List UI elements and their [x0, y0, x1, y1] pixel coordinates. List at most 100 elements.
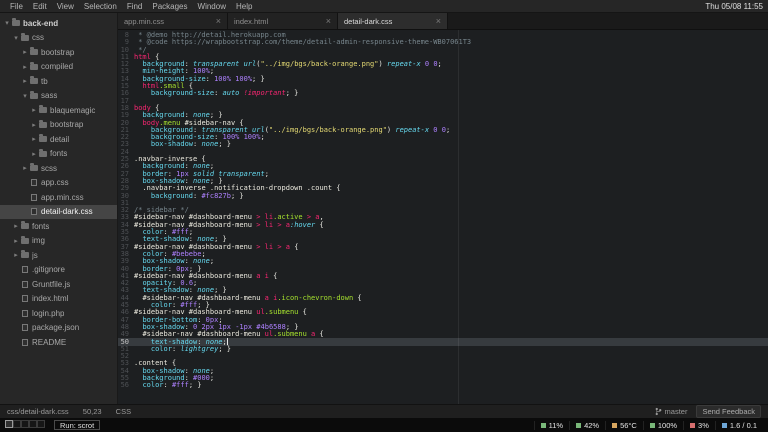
cursor-position[interactable]: 50,23 [83, 407, 102, 416]
workspace-button[interactable] [21, 420, 29, 428]
code-line[interactable]: 16 background-size: auto !important; } [118, 89, 768, 98]
file-icon [31, 179, 37, 187]
code-line[interactable]: 39 box-shadow: none; [118, 257, 768, 265]
menu-items: File Edit View Selection Find Packages Window H… [5, 2, 257, 11]
tree-item-img[interactable]: img [0, 234, 117, 249]
tree-item-index.html[interactable]: index.html [0, 292, 117, 307]
clock: Thu 05/08 11:55 [705, 1, 763, 11]
close-icon[interactable] [436, 17, 441, 26]
menu-window[interactable]: Window [193, 2, 231, 11]
tree-item-README[interactable]: README [0, 335, 117, 350]
tab-app.min.css[interactable]: app.min.css [118, 13, 228, 29]
grammar-selector[interactable]: CSS [116, 407, 131, 416]
send-feedback-button[interactable]: Send Feedback [696, 405, 761, 418]
chevron-right-icon [30, 135, 38, 143]
code-line[interactable]: 41 #sidebar-nav #dashboard-menu a i { [118, 272, 768, 280]
folder-icon [39, 148, 47, 157]
run-prompt[interactable]: Run: scrot [54, 420, 101, 430]
tree-item-login.php[interactable]: login.php [0, 306, 117, 321]
menu-packages[interactable]: Packages [147, 2, 192, 11]
code-line[interactable]: 24 [118, 148, 768, 156]
tab-index.html[interactable]: index.html [228, 13, 338, 29]
tree-item-compiled[interactable]: compiled [0, 60, 117, 75]
tree-item-Gruntfile.js[interactable]: Gruntfile.js [0, 277, 117, 292]
code-line[interactable]: 25 .navbar-inverse { [118, 155, 768, 163]
tab-detail-dark.css[interactable]: detail-dark.css [338, 13, 448, 29]
tree-item-label: app.css [41, 178, 69, 188]
tree-item-tb[interactable]: tb [0, 74, 117, 89]
tree-item-label: scss [41, 163, 57, 173]
tree-item-.gitignore[interactable]: .gitignore [0, 263, 117, 278]
menu-edit[interactable]: Edit [28, 2, 52, 11]
code-line[interactable]: 23 box-shadow: none; } [118, 140, 768, 149]
tree-item-back-end[interactable]: back-end [0, 16, 117, 31]
line-number: 56 [120, 381, 129, 390]
workspace-button[interactable] [37, 420, 45, 428]
code-line[interactable]: 37 #sidebar-nav #dashboard-menu > li > a … [118, 243, 768, 251]
tree-item-package.json[interactable]: package.json [0, 321, 117, 336]
line-text: box-shadow: none; } [150, 140, 231, 149]
tree-item-scss[interactable]: scss [0, 161, 117, 176]
tree-item-fonts[interactable]: fonts [0, 219, 117, 234]
code-line[interactable]: 54 box-shadow: none; [118, 367, 768, 375]
tab-label: index.html [234, 16, 269, 26]
chevron-down-icon [21, 92, 29, 100]
menu-file[interactable]: File [5, 2, 28, 11]
chevron-right-icon [30, 150, 38, 158]
workspace-button[interactable] [5, 420, 13, 428]
line-text: background-size: auto !important; } [150, 89, 299, 98]
code-line[interactable]: 14 background-size: 100% 100%; } [118, 75, 768, 83]
file-icon [22, 295, 28, 303]
code-line[interactable]: 53 .content { [118, 360, 768, 368]
code-line[interactable]: 30 background: #fc827b; } [118, 192, 768, 200]
menu-help[interactable]: Help [231, 2, 257, 11]
temperature-icon [612, 422, 618, 428]
battery-icon [690, 422, 696, 428]
code-line[interactable]: 10 */ [118, 46, 768, 54]
git-branch[interactable]: master [655, 407, 687, 416]
code-line[interactable]: 9 * @code https://wrapbootstrap.com/them… [118, 38, 768, 46]
tree-item-detail-dark.css[interactable]: detail-dark.css [0, 204, 117, 219]
code-line[interactable]: 52 [118, 352, 768, 360]
code-line[interactable]: 44 #sidebar-nav #dashboard-menu a i.icon… [118, 294, 768, 302]
tree-item-css[interactable]: css [0, 31, 117, 46]
stat-battery: 3% [683, 420, 715, 430]
tree-item-bootstrap[interactable]: bootstrap [0, 118, 117, 133]
code-line[interactable]: 49 #sidebar-nav #dashboard-menu ul.subme… [118, 330, 768, 338]
tree-item-bootstrap[interactable]: bootstrap [0, 45, 117, 60]
stat-value: 11% [548, 420, 564, 430]
tree-item-blaquemagic[interactable]: blaquemagic [0, 103, 117, 118]
status-left: css/detail-dark.css 50,23 CSS [7, 407, 143, 416]
workspace-button[interactable] [13, 420, 21, 428]
code-line[interactable]: 51 color: lightgrey; } [118, 345, 768, 353]
tree-item-sass[interactable]: sass [0, 89, 117, 104]
file-icon [22, 266, 28, 274]
tree-item-js[interactable]: js [0, 248, 117, 263]
menu-bar: File Edit View Selection Find Packages Window H… [0, 0, 768, 13]
tree-item-label: css [32, 33, 44, 43]
code-line[interactable]: 12 background: transparent url("../img/b… [118, 60, 768, 68]
folder-icon [30, 47, 38, 56]
tree-item-label: index.html [32, 294, 69, 304]
tree-item-detail[interactable]: detail [0, 132, 117, 147]
code-line[interactable]: 56 color: #fff; } [118, 381, 768, 390]
tree-item-app.css[interactable]: app.css [0, 176, 117, 191]
close-icon[interactable] [216, 17, 221, 26]
close-icon[interactable] [326, 17, 331, 26]
workspace-button[interactable] [29, 420, 37, 428]
menu-selection[interactable]: Selection [79, 2, 122, 11]
menu-find[interactable]: Find [122, 2, 148, 11]
code-line[interactable]: 55 background: #000; [118, 374, 768, 382]
tree-item-app.min.css[interactable]: app.min.css [0, 190, 117, 205]
stat-value: 3% [698, 420, 709, 430]
code-line[interactable]: 17 [118, 97, 768, 105]
tree-item-fonts[interactable]: fonts [0, 147, 117, 162]
code-line[interactable]: 38 color: #bebebe; [118, 250, 768, 258]
tab-label: app.min.css [124, 16, 165, 26]
stat-value: 56°C [620, 420, 637, 430]
code-line[interactable]: 31 [118, 199, 768, 207]
menu-view[interactable]: View [52, 2, 79, 11]
code-editor[interactable]: 8 * @demo http://detail.herokuapp.com 9 *… [118, 30, 768, 404]
tab-bar: app.min.css index.html detail-dark.css [118, 13, 768, 30]
code-line[interactable]: 34 #sidebar-nav #dashboard-menu > li > a:… [118, 221, 768, 229]
